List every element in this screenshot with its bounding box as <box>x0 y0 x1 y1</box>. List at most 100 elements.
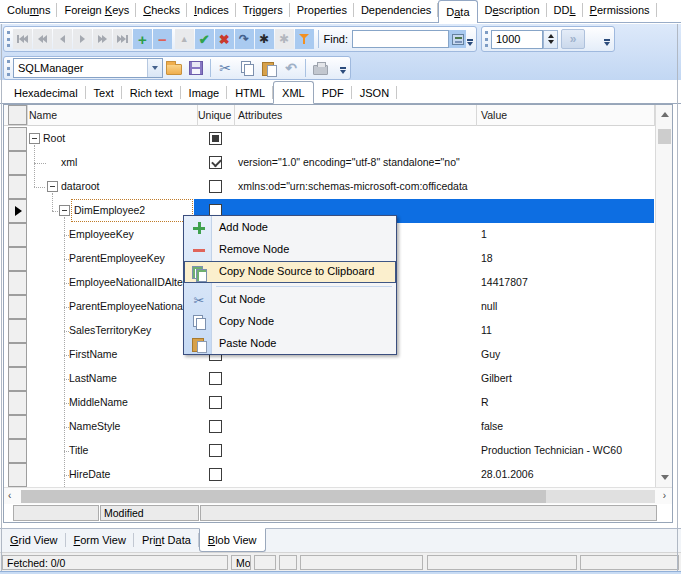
toolbar-overflow-button[interactable] <box>338 63 348 77</box>
column-header-value[interactable]: Value <box>481 109 507 121</box>
next-record-button[interactable] <box>73 29 92 49</box>
scroll-up-icon[interactable] <box>661 112 669 117</box>
view-tab-form-view[interactable]: Form View <box>66 529 134 551</box>
node-name: NameStyle <box>69 420 120 432</box>
tree-row-title[interactable]: TitleProduction Technician - WC60 <box>4 439 654 463</box>
unique-checkbox[interactable] <box>209 396 222 409</box>
post-edit-button[interactable]: ✔ <box>195 29 214 49</box>
vertical-scrollbar[interactable] <box>655 105 672 487</box>
edit-record-button[interactable]: ▲ <box>175 29 194 49</box>
insert-record-button[interactable]: + <box>133 29 152 49</box>
column-header-name[interactable]: Name <box>29 109 57 121</box>
horizontal-scrollbar[interactable]: ‹ › <box>4 487 672 504</box>
cut-button[interactable]: ✂ <box>214 58 236 78</box>
undo-button[interactable]: ↶ <box>280 58 302 78</box>
menu-item-cut-node[interactable]: ✂Cut Node <box>185 289 395 311</box>
save-to-file-button[interactable] <box>185 58 207 78</box>
menu-item-paste-node[interactable]: Paste Node <box>185 333 395 355</box>
prior-record-button[interactable] <box>53 29 72 49</box>
view-tab-grid-view[interactable]: Grid View <box>2 529 66 551</box>
toolbar-overflow-button[interactable] <box>602 35 612 49</box>
unique-checkbox[interactable] <box>209 156 222 169</box>
combobox-dropdown-button[interactable] <box>147 59 162 77</box>
record-limit-spinner[interactable] <box>543 30 558 49</box>
scroll-down-icon[interactable] <box>661 475 669 480</box>
set-bookmark-button[interactable]: ✱ <box>255 29 274 49</box>
format-tab-pdf[interactable]: PDF <box>314 83 352 103</box>
prior-page-button[interactable] <box>33 29 52 49</box>
cut-node-icon: ✂ <box>192 293 206 307</box>
cancel-edit-button[interactable]: ✖ <box>215 29 234 49</box>
column-header-unique[interactable]: Unique <box>198 109 231 121</box>
node-attributes: xmlns:od="urn:schemas-microsoft-com:offi… <box>238 180 475 192</box>
blob-status-cell <box>13 505 99 521</box>
load-from-file-button[interactable] <box>163 58 185 78</box>
toolbar-overflow-button[interactable] <box>466 35 474 49</box>
tab-checks[interactable]: Checks <box>136 0 187 22</box>
menu-item-copy-node-source-to-clipboard[interactable]: Copy Node Source to Clipboard <box>184 261 396 283</box>
format-tab-text[interactable]: Text <box>86 83 122 103</box>
scroll-left-icon[interactable]: ‹ <box>8 490 11 501</box>
status-cell <box>300 555 423 570</box>
tab-properties[interactable]: Properties <box>290 0 354 22</box>
unique-checkbox[interactable] <box>209 420 222 433</box>
find-input[interactable] <box>352 30 449 48</box>
menu-item-add-node[interactable]: Add Node <box>185 217 395 239</box>
column-header-attributes[interactable]: Attributes <box>238 109 282 121</box>
node-value: 1 <box>481 228 651 240</box>
first-record-button[interactable] <box>13 29 32 49</box>
scroll-right-icon[interactable]: › <box>663 490 666 501</box>
format-tab-html[interactable]: HTML <box>227 83 273 103</box>
goto-bookmark-button[interactable]: ✱ <box>275 29 294 49</box>
unique-checkbox[interactable] <box>209 132 222 145</box>
unique-checkbox[interactable] <box>209 180 222 193</box>
find-options-button[interactable] <box>449 30 466 48</box>
blob-format-tab-bar: HexadecimalTextRich textImageHTMLXMLPDFJ… <box>0 80 681 104</box>
tab-columns[interactable]: Columns <box>0 0 57 22</box>
tree-row-root[interactable]: Root <box>4 127 654 151</box>
header-indicator-cell <box>8 105 27 125</box>
view-tab-blob-view[interactable]: Blob View <box>199 528 266 552</box>
tree-row-middlename[interactable]: MiddleNameR <box>4 391 654 415</box>
view-tab-print-data[interactable]: Print Data <box>134 529 199 551</box>
next-page-button[interactable] <box>93 29 112 49</box>
tab-foreign-keys[interactable]: Foreign Keys <box>57 0 136 22</box>
paste-button[interactable] <box>258 58 280 78</box>
delete-record-button[interactable]: − <box>153 29 172 49</box>
node-value: Production Technician - WC60 <box>481 444 651 456</box>
vertical-scroll-thumb[interactable] <box>658 129 671 144</box>
unique-checkbox[interactable] <box>209 372 222 385</box>
tab-data[interactable]: Data <box>438 0 477 23</box>
load-all-button[interactable]: » <box>561 29 585 49</box>
tab-triggers[interactable]: Triggers <box>236 0 290 22</box>
format-tab-rich-text[interactable]: Rich text <box>122 83 181 103</box>
horizontal-scroll-thumb[interactable] <box>21 490 546 503</box>
tab-description[interactable]: Description <box>478 0 547 22</box>
charset-combobox[interactable]: SQLManager <box>13 58 163 78</box>
format-tab-image[interactable]: Image <box>181 83 228 103</box>
format-tab-hexadecimal[interactable]: Hexadecimal <box>6 83 86 103</box>
tree-row-lastname[interactable]: LastNameGilbert <box>4 367 654 391</box>
record-limit-input[interactable]: 1000 <box>491 30 543 49</box>
refresh-button[interactable]: ↷ <box>235 29 254 49</box>
print-button[interactable] <box>309 58 331 78</box>
format-tab-xml[interactable]: XML <box>273 81 314 104</box>
tree-row-dataroot[interactable]: datarootxmlns:od="urn:schemas-microsoft-… <box>4 175 654 199</box>
tab-ddl[interactable]: DDL <box>547 0 583 22</box>
unique-checkbox[interactable] <box>209 444 222 457</box>
last-record-button[interactable] <box>113 29 132 49</box>
format-tab-json[interactable]: JSON <box>352 83 397 103</box>
tab-indices[interactable]: Indices <box>187 0 236 22</box>
copy-button[interactable] <box>236 58 258 78</box>
filter-button[interactable] <box>295 29 314 49</box>
tree-row-hiredate[interactable]: HireDate28.01.2006 <box>4 463 654 487</box>
menu-item-remove-node[interactable]: Remove Node <box>185 239 395 261</box>
blob-editor-toolbar: SQLManager ✂ ↶ <box>3 56 351 80</box>
tab-dependencies[interactable]: Dependencies <box>354 0 438 22</box>
menu-item-copy-node[interactable]: Copy Node <box>185 311 395 333</box>
unique-checkbox[interactable] <box>209 468 222 481</box>
tree-row-xml[interactable]: xmlversion="1.0" encoding="utf-8" standa… <box>4 151 654 175</box>
window-left-edge <box>1 24 2 571</box>
tab-permissions[interactable]: Permissions <box>583 0 657 22</box>
tree-row-namestyle[interactable]: NameStylefalse <box>4 415 654 439</box>
